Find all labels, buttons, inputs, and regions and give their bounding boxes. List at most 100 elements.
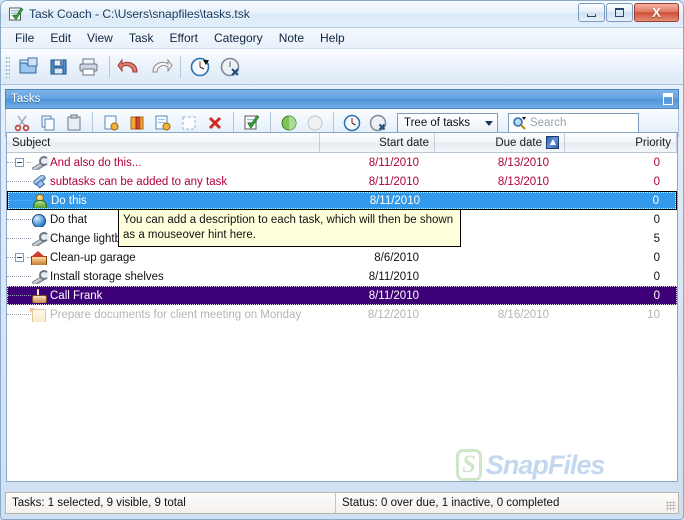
task-description-tooltip: You can add a description to each task, … xyxy=(118,209,461,247)
print-icon[interactable] xyxy=(75,53,103,81)
cell-priority: 0 xyxy=(652,194,659,207)
menu-file[interactable]: File xyxy=(7,29,42,47)
tree-line xyxy=(7,314,31,315)
search-placeholder: Search xyxy=(530,117,567,129)
house-icon xyxy=(31,250,47,265)
cell-subject: And also do this... xyxy=(7,155,320,170)
maximize-button[interactable] xyxy=(606,3,633,22)
minimize-button[interactable] xyxy=(578,3,605,22)
note-icon xyxy=(30,307,46,322)
table-row[interactable]: Prepare documents for client meeting on … xyxy=(7,305,677,324)
title-bar: Task Coach - C:\Users\snapfiles\tasks.ts… xyxy=(1,1,683,28)
cell-priority: 5 xyxy=(653,232,660,245)
tree-line xyxy=(7,181,31,182)
chevron-down-icon xyxy=(485,120,493,126)
task-subject-label: subtasks can be added to any task xyxy=(50,175,228,188)
table-row[interactable]: Install storage shelves 8/11/2010 0 xyxy=(7,267,677,286)
task-subject-label: Install storage shelves xyxy=(50,270,164,283)
column-header-start-date[interactable]: Start date xyxy=(320,133,435,152)
person-icon xyxy=(32,193,47,208)
cell-priority: 0 xyxy=(653,213,660,226)
wrench-icon xyxy=(31,155,49,170)
menu-category[interactable]: Category xyxy=(206,29,271,47)
tree-expander-icon[interactable] xyxy=(15,158,24,167)
table-header: Subject Start date Due date Priority xyxy=(7,133,677,153)
table-row[interactable]: Call Frank 8/11/2010 0 xyxy=(7,286,677,305)
cell-start-date: 8/11/2010 xyxy=(369,194,420,207)
status-bar: Tasks: 1 selected, 9 visible, 9 total St… xyxy=(5,492,679,514)
window-title: Task Coach - C:\Users\snapfiles\tasks.ts… xyxy=(29,7,250,21)
view-select-value: Tree of tasks xyxy=(404,117,471,129)
table-row[interactable]: Do this 8/11/2010 0 xyxy=(7,191,677,210)
app-window: Task Coach - C:\Users\snapfiles\tasks.ts… xyxy=(0,0,684,520)
menu-task[interactable]: Task xyxy=(121,29,162,47)
table-row[interactable]: subtasks can be added to any task 8/11/20… xyxy=(7,172,677,191)
column-header-subject[interactable]: Subject xyxy=(7,133,320,152)
cell-start-date: 8/12/2010 xyxy=(367,308,419,321)
tree-line xyxy=(7,295,31,296)
column-header-priority[interactable]: Priority xyxy=(565,133,677,152)
view-select[interactable]: Tree of tasks xyxy=(397,112,498,134)
menu-help[interactable]: Help xyxy=(312,29,353,47)
status-summary: Status: 0 over due, 1 inactive, 0 comple… xyxy=(342,497,560,509)
restore-panel-icon[interactable] xyxy=(663,93,673,105)
task-subject-label: Do that xyxy=(50,213,88,226)
resize-grip-icon[interactable] xyxy=(666,501,676,511)
cell-priority: 10 xyxy=(647,308,660,321)
main-toolbar xyxy=(1,49,683,85)
table-row[interactable]: Clean-up garage 8/6/2010 0 xyxy=(7,248,677,267)
tree-line xyxy=(8,200,32,201)
toolbar-separator xyxy=(270,112,271,134)
table-row[interactable]: And also do this... 8/11/2010 8/13/2010 0 xyxy=(7,153,677,172)
save-file-icon[interactable] xyxy=(45,53,73,81)
menu-view[interactable]: View xyxy=(79,29,121,47)
cell-due-date: 8/13/2010 xyxy=(497,156,549,169)
cell-start-date: 8/11/2010 xyxy=(368,289,419,302)
task-subject-label: Call Frank xyxy=(50,289,103,302)
tree-line xyxy=(7,219,31,220)
open-file-icon[interactable] xyxy=(15,53,43,81)
tree-line xyxy=(7,238,31,239)
menu-note[interactable]: Note xyxy=(271,29,312,47)
cell-subject: Prepare documents for client meeting on … xyxy=(7,307,320,322)
tree-line xyxy=(7,276,31,277)
task-subject-label: And also do this... xyxy=(50,156,142,169)
close-icon: X xyxy=(652,5,661,20)
window-controls: X xyxy=(578,3,679,22)
redo-icon[interactable] xyxy=(146,53,174,81)
task-list: Subject Start date Due date Priority And… xyxy=(6,132,678,482)
cell-priority: 0 xyxy=(653,251,660,264)
search-icon xyxy=(513,117,526,130)
tree-line xyxy=(7,162,15,163)
toolbar-grip[interactable] xyxy=(5,55,10,78)
cell-start-date: 8/11/2010 xyxy=(368,175,419,188)
cell-subject: Do this xyxy=(8,193,321,208)
start-effort-clock-icon[interactable] xyxy=(187,53,215,81)
cake-icon xyxy=(31,289,47,303)
tree-line xyxy=(7,257,15,258)
cell-subject: Install storage shelves xyxy=(7,269,320,284)
tasks-panel-caption: Tasks xyxy=(5,89,679,109)
panel-title: Tasks xyxy=(11,93,41,105)
toolbar-separator xyxy=(233,112,234,134)
search-input[interactable]: Search xyxy=(508,113,639,133)
menu-edit[interactable]: Edit xyxy=(42,29,79,47)
cell-start-date: 8/11/2010 xyxy=(368,270,419,283)
menu-effort[interactable]: Effort xyxy=(162,29,206,47)
cell-priority: 0 xyxy=(653,175,660,188)
cell-start-date: 8/6/2010 xyxy=(374,251,419,264)
task-subject-label: Prepare documents for client meeting on … xyxy=(50,308,302,321)
toolbar-separator xyxy=(109,55,110,78)
cell-subject: Clean-up garage xyxy=(7,250,320,265)
task-coach-icon xyxy=(8,6,24,22)
stop-effort-clock-icon[interactable] xyxy=(217,53,245,81)
tree-expander-icon[interactable] xyxy=(15,253,24,262)
undo-icon[interactable] xyxy=(116,53,144,81)
cell-priority: 0 xyxy=(653,289,660,302)
close-button[interactable]: X xyxy=(634,3,679,22)
task-subject-label: Do this xyxy=(51,194,87,207)
status-tasks: Tasks: 1 selected, 9 visible, 9 total xyxy=(6,493,336,513)
clip-icon xyxy=(31,175,46,189)
column-header-due-date-label: Due date xyxy=(495,136,542,149)
column-header-due-date[interactable]: Due date xyxy=(435,133,565,152)
